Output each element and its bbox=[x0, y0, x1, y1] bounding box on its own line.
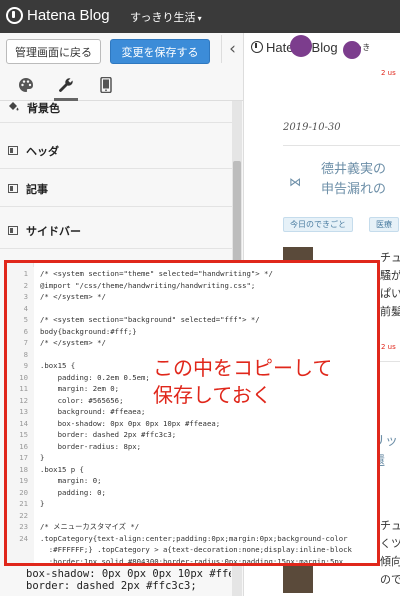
back-to-dashboard-button[interactable]: 管理画面に戻る bbox=[6, 39, 101, 64]
article-title-line[interactable]: 德井義実の bbox=[321, 161, 386, 179]
decorative-blob-icon bbox=[290, 35, 312, 57]
logo-text: Hatena Blog bbox=[27, 7, 110, 24]
excerpt-text: 騒が bbox=[380, 269, 400, 282]
blog-name: すっきり生活 bbox=[130, 11, 196, 24]
hatena-blog-logo[interactable]: Hatena Blog bbox=[6, 7, 110, 24]
divider bbox=[283, 145, 400, 146]
section-label: 記事 bbox=[26, 182, 48, 196]
section-label: ヘッダ bbox=[26, 144, 59, 158]
css-textarea-overflow[interactable]: box-shadow: 0px 0px 0px 10px #ffeaea; bo… bbox=[26, 568, 231, 592]
custom-css-editor[interactable]: 1/* <system section="theme" selected="ha… bbox=[4, 260, 380, 566]
section-background-color[interactable]: 背景色 bbox=[0, 93, 232, 123]
excerpt-text: 前髪 bbox=[380, 305, 400, 318]
decorative-blob-icon bbox=[343, 41, 361, 59]
scrollbar-thumb[interactable] bbox=[233, 161, 241, 271]
annotation-line: この中をコピーして bbox=[153, 356, 333, 380]
annotation-line: 保存しておく bbox=[153, 383, 272, 407]
css-tail-line: border: dashed 2px #ffc3c3; bbox=[26, 580, 197, 592]
bookmark-count[interactable]: 2 us bbox=[381, 69, 396, 77]
top-bar: Hatena Blog すっきり生活 ▾ bbox=[0, 0, 400, 33]
excerpt-text: くツ bbox=[380, 537, 400, 550]
code-line[interactable]: ;border:1px solid #804300;border-radius:… bbox=[7, 554, 377, 566]
bookmark-count[interactable]: 2 us bbox=[381, 343, 396, 351]
section-sidebar[interactable]: サイドバー bbox=[0, 213, 232, 249]
line-number bbox=[7, 554, 34, 563]
section-label: 背景色 bbox=[27, 101, 60, 115]
collapse-panel-icon[interactable]: ‹ bbox=[221, 35, 243, 63]
excerpt-text: 傾向 bbox=[380, 555, 400, 568]
article-thumbnail[interactable] bbox=[283, 563, 313, 593]
excerpt-text: チュ bbox=[380, 251, 400, 264]
save-changes-button[interactable]: 変更を保存する bbox=[110, 39, 210, 64]
code-text: ;border:1px solid #804300;border-radius:… bbox=[40, 556, 344, 566]
caret-down-icon: ▾ bbox=[197, 14, 202, 23]
article-title-line[interactable]: 申告漏れの bbox=[321, 181, 386, 199]
excerpt-text: ぱい bbox=[380, 287, 400, 300]
hatena-logo-icon bbox=[6, 7, 23, 24]
css-tail-line: box-shadow: 0px 0px 0px 10px #ffeaea; bbox=[26, 568, 231, 580]
excerpt-text: ので bbox=[380, 573, 400, 586]
article-icon bbox=[8, 184, 18, 193]
sidebar-icon bbox=[8, 226, 18, 235]
section-article[interactable]: 記事 bbox=[0, 171, 232, 207]
category-tag[interactable]: 医療 bbox=[369, 217, 399, 232]
paint-bucket-icon bbox=[8, 101, 19, 115]
hatena-logo-icon bbox=[251, 41, 263, 53]
section-header[interactable]: ヘッダ bbox=[0, 133, 232, 169]
category-tag[interactable]: 今日のできごと bbox=[283, 217, 353, 232]
section-label: サイドバー bbox=[26, 224, 81, 238]
bow-icon: ⋈ bbox=[289, 175, 301, 189]
header-icon bbox=[8, 146, 18, 155]
article-date: 2019-10-30 bbox=[283, 122, 341, 133]
preview-header: Hatena Blog すっき bbox=[245, 33, 400, 61]
excerpt-text: チュ bbox=[380, 519, 400, 532]
blog-selector[interactable]: すっきり生活 ▾ bbox=[130, 9, 202, 25]
annotation-text: この中をコピーして 保存しておく bbox=[153, 355, 332, 409]
